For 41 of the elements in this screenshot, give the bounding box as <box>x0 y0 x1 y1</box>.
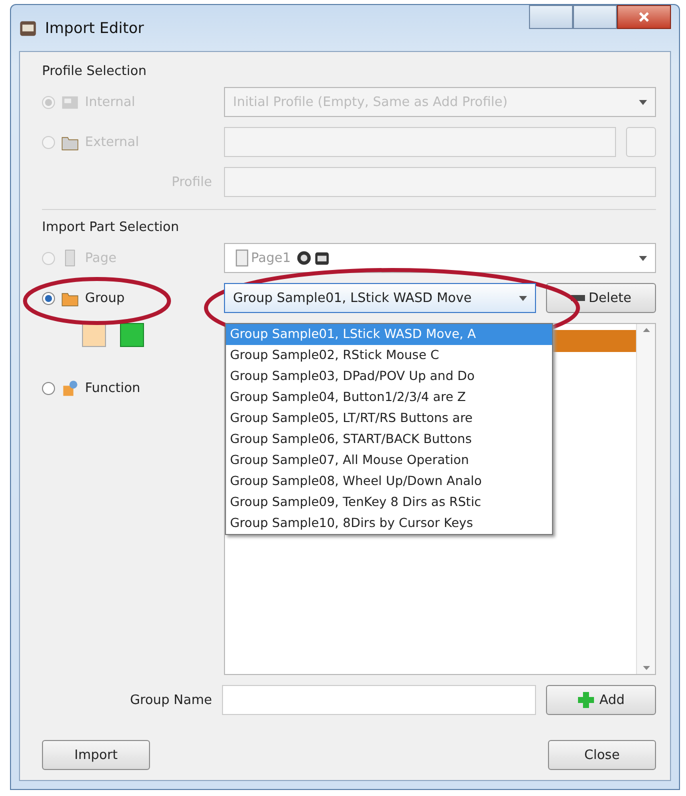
option-label: Function <box>85 380 140 396</box>
add-button[interactable]: Add <box>546 685 656 715</box>
close-icon <box>638 11 650 23</box>
file-path-field[interactable] <box>224 127 616 157</box>
profile-field[interactable] <box>224 167 656 197</box>
app-icon <box>19 19 37 37</box>
plus-icon <box>577 691 596 709</box>
dropdown-option[interactable]: Group Sample09, TenKey 8 Dirs as RStic <box>226 492 552 513</box>
group-dropdown[interactable]: Group Sample01, LStick WASD Move <box>224 283 536 313</box>
minimize-button[interactable] <box>529 5 573 29</box>
window-title: Import Editor <box>45 19 144 37</box>
dropdown-option[interactable]: Group Sample04, Button1/2/3/4 are Z <box>226 387 552 408</box>
scroll-down-icon[interactable] <box>642 666 650 670</box>
dropdown-option[interactable]: Group Sample08, Wheel Up/Down Analo <box>226 471 552 492</box>
group-name-field[interactable] <box>222 685 536 715</box>
dropdown-option[interactable]: Group Sample10, 8Dirs by Cursor Keys <box>226 513 552 534</box>
page-name: Page1 <box>251 250 291 266</box>
radio-button[interactable] <box>42 382 55 394</box>
function-icon <box>61 379 79 397</box>
dropdown-option[interactable]: Group Sample05, LT/RT/RS Buttons are <box>226 408 552 429</box>
scroll-up-icon[interactable] <box>642 328 650 332</box>
delete-button[interactable]: Delete <box>546 283 656 313</box>
dropdown-option[interactable]: Group Sample07, All Mouse Operation <box>226 450 552 471</box>
scrollbar[interactable] <box>636 324 655 674</box>
group-color-swatch[interactable] <box>82 323 106 347</box>
dropdown-option[interactable]: Group Sample06, START/BACK Buttons <box>226 429 552 450</box>
option-label: Group <box>85 290 125 306</box>
close-button[interactable] <box>617 5 671 29</box>
group-color-swatch[interactable] <box>120 323 144 347</box>
group-name-label: Group Name <box>128 692 212 708</box>
dropdown-arrow-icon[interactable] <box>639 256 647 260</box>
section-title: Import Part Selection <box>42 220 180 235</box>
dropdown-option[interactable]: Group Sample02, RStick Mouse C <box>226 345 552 366</box>
dropdown-option[interactable]: Group Sample03, DPad/POV Up and Do <box>226 366 552 387</box>
dialog-button[interactable]: Close <box>548 740 656 770</box>
radio-button[interactable] <box>42 292 55 304</box>
dialog-button[interactable]: Import <box>42 740 150 770</box>
group-list[interactable] <box>224 323 656 675</box>
page-icon <box>233 249 251 267</box>
section-title: Profile Selection <box>42 64 148 79</box>
dropdown-arrow-icon[interactable] <box>519 296 527 300</box>
